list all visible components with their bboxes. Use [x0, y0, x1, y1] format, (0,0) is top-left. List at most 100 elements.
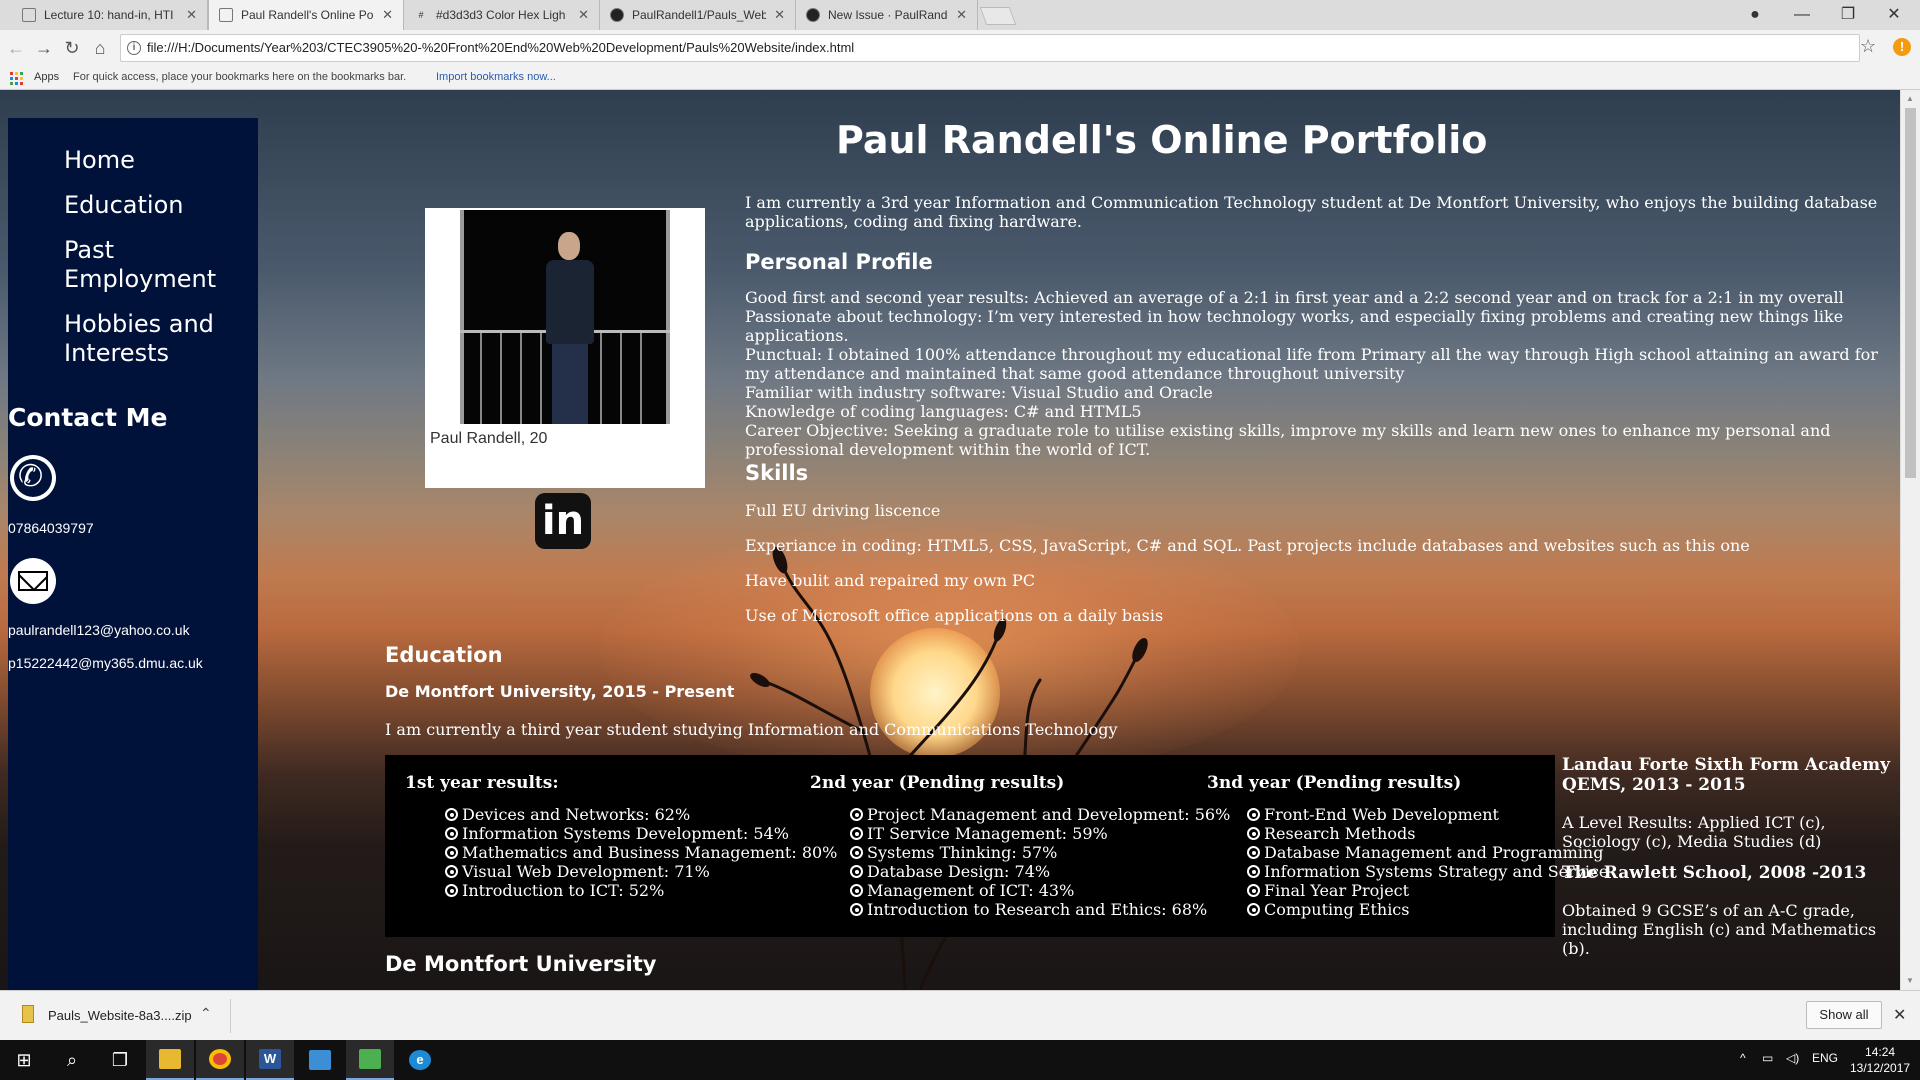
tab-label: PaulRandell1/Pauls_Web [632, 8, 767, 22]
browser-toolbar: ← → ↻ ⌂ i file:///H:/Documents/Year%203/… [0, 30, 1920, 66]
new-tab-button[interactable] [979, 7, 1017, 25]
tab-github-repo[interactable]: PaulRandell1/Pauls_Web ✕ [600, 0, 796, 30]
main-nav: Home Education Past Employment Hobbies a… [64, 146, 216, 384]
profile-photo [460, 210, 670, 424]
skills-heading: Skills [745, 461, 809, 485]
task-view-icon[interactable]: ❐ [96, 1040, 144, 1080]
results-heading: 3nd year (Pending results) [1207, 773, 1462, 793]
scroll-down-icon[interactable]: ▼ [1906, 976, 1914, 985]
dmu-section-heading: De Montfort University [385, 952, 657, 976]
profile-line: Punctual: I obtained 100% attendance thr… [745, 345, 1878, 383]
phone-icon: ✆ [10, 455, 56, 501]
language-indicator[interactable]: ENG [1812, 1051, 1838, 1065]
radio-bullet-icon [1247, 808, 1260, 821]
envelope-icon [10, 558, 56, 604]
bookmark-star-icon[interactable]: ☆ [1860, 36, 1876, 57]
nav-education-link[interactable]: Education [64, 191, 214, 220]
volume-icon[interactable]: ◁) [1786, 1051, 1799, 1065]
apps-link[interactable]: Apps [34, 71, 59, 83]
school-landau-forte: Landau Forte Sixth Form Academy QEMS, 20… [1562, 755, 1902, 852]
scroll-up-icon[interactable]: ▲ [1906, 94, 1914, 103]
profile-line: Career Objective: Seeking a graduate rol… [745, 421, 1831, 459]
close-icon[interactable]: ✕ [1893, 1005, 1906, 1025]
tab-label: #d3d3d3 Color Hex Ligh [436, 8, 566, 22]
file-explorer-icon[interactable] [146, 1040, 194, 1080]
page-viewport: Home Education Past Employment Hobbies a… [0, 90, 1920, 990]
info-icon[interactable]: i [127, 41, 141, 55]
download-bar: Pauls_Website-8a3....zip ⌃ Show all ✕ [0, 990, 1920, 1040]
profile-photo-card: Paul Randell, 20 [425, 208, 705, 488]
nav-home-link[interactable]: Home [64, 146, 214, 175]
tab-label: Paul Randell's Online Por [241, 8, 375, 22]
tab-lecture[interactable]: Lecture 10: hand-in, HTI ✕ [12, 0, 208, 30]
radio-bullet-icon [1247, 827, 1260, 840]
profile-line: Good first and second year results: Achi… [745, 288, 1844, 307]
windows-start-icon[interactable]: ⊞ [0, 1040, 48, 1080]
close-tab-icon[interactable]: ✕ [186, 7, 197, 23]
close-tab-icon[interactable]: ✕ [774, 7, 785, 23]
address-text: file:///H:/Documents/Year%203/CTEC3905%2… [147, 40, 855, 55]
profile-icon[interactable]: ● [1735, 2, 1775, 28]
reload-button[interactable]: ↻ [60, 36, 84, 60]
results-year-1: 1st year results: Devices and Networks: … [405, 773, 837, 900]
search-icon[interactable]: ⌕ [48, 1040, 96, 1080]
chevron-up-icon[interactable]: ⌃ [200, 1005, 212, 1022]
word-icon[interactable]: W [246, 1040, 294, 1080]
result-item: Management of ICT: 43% [850, 881, 1230, 900]
network-icon[interactable]: ▭ [1762, 1051, 1773, 1065]
page-icon [219, 8, 233, 22]
chrome-icon[interactable] [196, 1040, 244, 1080]
radio-bullet-icon [445, 846, 458, 859]
nav-hobbies-link[interactable]: Hobbies and Interests [64, 310, 214, 368]
result-item: Front-End Web Development [1247, 805, 1608, 824]
result-item: Computing Ethics [1247, 900, 1608, 919]
notepad-icon[interactable] [346, 1040, 394, 1080]
minimize-button[interactable]: — [1782, 2, 1822, 28]
result-item: Information Systems Development: 54% [445, 824, 837, 843]
close-tab-icon[interactable]: ✕ [956, 7, 967, 23]
forward-button[interactable]: → [32, 36, 56, 60]
intro-text: I am currently a 3rd year Information an… [745, 193, 1878, 231]
sidebar: Home Education Past Employment Hobbies a… [8, 118, 258, 990]
onedrive-icon[interactable] [296, 1040, 344, 1080]
github-icon [806, 8, 820, 22]
zip-file-icon [22, 1005, 34, 1023]
profile-line: Knowledge of coding languages: C# and HT… [745, 402, 1142, 421]
tab-github-issue[interactable]: New Issue · PaulRandell1 ✕ [796, 0, 978, 30]
maximize-button[interactable]: ❐ [1828, 2, 1868, 28]
download-filename[interactable]: Pauls_Website-8a3....zip [48, 1008, 192, 1023]
internet-explorer-icon[interactable]: e [396, 1040, 444, 1080]
alert-icon[interactable]: ! [1893, 38, 1911, 56]
radio-bullet-icon [850, 808, 863, 821]
home-button[interactable]: ⌂ [88, 36, 112, 60]
skill-item: Use of Microsoft office applications on … [745, 606, 1164, 625]
import-bookmarks-link[interactable]: Import bookmarks now... [436, 71, 556, 83]
close-tab-icon[interactable]: ✕ [382, 7, 393, 23]
profile-line: Passionate about technology: I’m very in… [745, 307, 1844, 345]
tab-portfolio[interactable]: Paul Randell's Online Por ✕ [208, 0, 404, 30]
email-university[interactable]: p15222442@my365.dmu.ac.uk [8, 655, 203, 671]
skill-item: Have bulit and repaired my own PC [745, 571, 1036, 590]
back-button[interactable]: ← [4, 36, 28, 60]
tab-color-hex[interactable]: # #d3d3d3 Color Hex Ligh ✕ [404, 0, 600, 30]
chevron-up-icon[interactable]: ^ [1740, 1051, 1746, 1065]
clock[interactable]: 14:24 13/12/2017 [1850, 1044, 1910, 1076]
contact-heading: Contact Me [8, 403, 168, 432]
photo-caption: Paul Randell, 20 [430, 430, 548, 447]
result-item: Database Design: 74% [850, 862, 1230, 881]
address-bar[interactable]: i file:///H:/Documents/Year%203/CTEC3905… [120, 34, 1860, 62]
apps-grid-icon[interactable] [10, 72, 23, 85]
result-item: Project Management and Development: 56% [850, 805, 1230, 824]
linkedin-icon[interactable]: in [535, 493, 591, 549]
page-scrollbar[interactable]: ▲ ▼ [1900, 90, 1920, 990]
results-heading: 1st year results: [405, 773, 559, 793]
bookmarks-bar: Apps For quick access, place your bookma… [0, 66, 1920, 90]
tab-strip: Lecture 10: hand-in, HTI ✕ Paul Randell'… [0, 0, 1920, 30]
nav-past-employment-link[interactable]: Past Employment [64, 236, 216, 294]
close-window-button[interactable]: ✕ [1874, 2, 1914, 28]
show-all-button[interactable]: Show all [1806, 1001, 1882, 1029]
close-tab-icon[interactable]: ✕ [578, 7, 589, 23]
scroll-thumb[interactable] [1905, 108, 1916, 478]
radio-bullet-icon [1247, 846, 1260, 859]
email-personal[interactable]: paulrandell123@yahoo.co.uk [8, 622, 190, 638]
